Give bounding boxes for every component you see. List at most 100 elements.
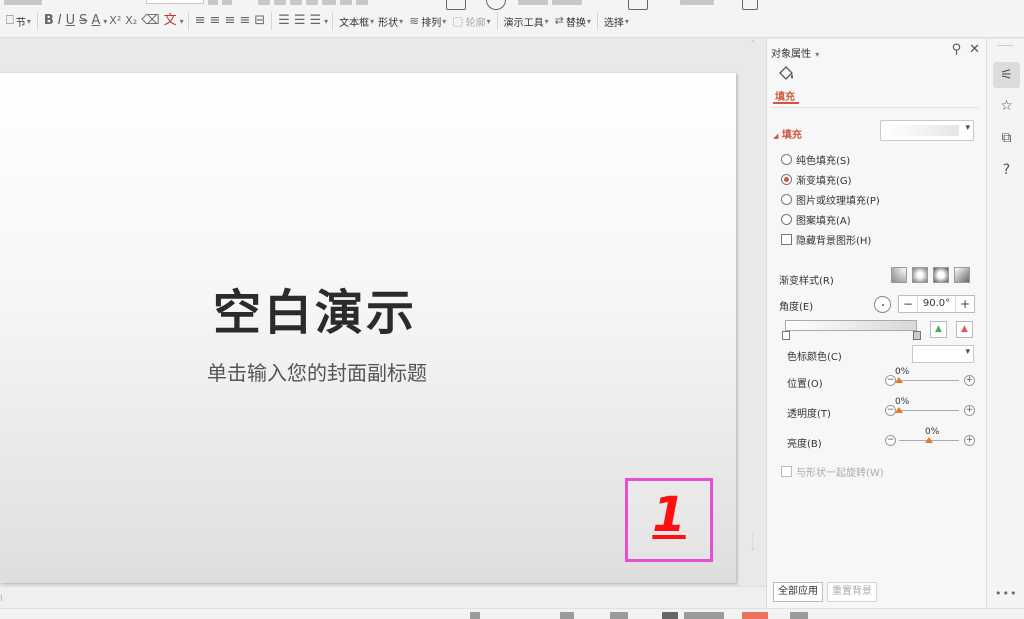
superscript-button[interactable]: X² xyxy=(107,12,123,30)
gradient-bar[interactable] xyxy=(785,320,917,331)
italic-button[interactable]: I xyxy=(56,12,64,30)
gradient-style-linear[interactable] xyxy=(891,267,907,283)
angle-increment[interactable]: + xyxy=(956,296,974,312)
font-color-button[interactable]: A xyxy=(89,12,102,30)
align-center-icon[interactable]: ≡ xyxy=(208,12,223,30)
justify-icon[interactable]: ≡ xyxy=(237,12,252,30)
angle-stepper[interactable]: − 90.0° + xyxy=(898,295,975,313)
canvas-scrollbar[interactable]: ˄ ⋮ ⋮ ˅ xyxy=(748,40,758,586)
delete-stop-button[interactable]: ▲ xyxy=(956,321,973,338)
notes-strip[interactable]: ⁝ xyxy=(0,586,766,608)
shape-icon[interactable] xyxy=(486,0,506,10)
angle-decrement[interactable]: − xyxy=(899,296,917,312)
distribute-icon[interactable]: ⊟ xyxy=(252,12,267,30)
fill-preview-dropdown[interactable]: ▾ xyxy=(880,120,974,141)
select-button[interactable]: 选择 ▾ xyxy=(602,12,631,30)
more-options-icon[interactable]: ••• xyxy=(995,587,1017,600)
align-left-icon[interactable]: ≡ xyxy=(193,12,208,30)
outline-button[interactable]: ▢ 轮廓 ▾ xyxy=(448,12,492,30)
slider-track[interactable] xyxy=(899,380,959,381)
tab-divider xyxy=(771,107,979,108)
slide-canvas[interactable]: 空白演示 单击输入您的封面副标题 1 xyxy=(0,39,757,586)
font-size-input[interactable] xyxy=(146,0,204,4)
panel-title[interactable]: 对象属性 ▾ xyxy=(771,45,819,60)
text-effect-icon[interactable]: 文 xyxy=(162,12,179,30)
help-icon[interactable]: ? xyxy=(993,157,1020,183)
slide-title[interactable]: 空白演示 xyxy=(0,273,630,343)
bold-button[interactable]: B xyxy=(42,12,56,30)
shape-button[interactable]: 形状 ▾ xyxy=(376,12,405,30)
scroll-mark-icon[interactable]: ⋮ xyxy=(748,540,758,548)
position-slider[interactable]: − 0% + xyxy=(885,367,975,389)
fill-swatch xyxy=(885,125,959,136)
reset-background-button[interactable]: 重置背景 xyxy=(827,582,877,602)
slider-thumb[interactable] xyxy=(925,437,933,443)
strikethrough-button[interactable]: S xyxy=(77,12,89,30)
scroll-mark-icon[interactable]: ⋮ xyxy=(748,532,758,540)
subscript-button[interactable]: X₂ xyxy=(123,12,139,30)
ribbon-separator xyxy=(496,12,498,30)
fill-section-header[interactable]: ◢ 填充 xyxy=(773,126,802,141)
paint-bucket-icon[interactable] xyxy=(777,65,795,83)
pin-icon[interactable]: ⚲ xyxy=(952,42,962,57)
numbering-icon[interactable]: ☰ xyxy=(307,12,323,30)
line-spacing-icon[interactable]: ☰ xyxy=(276,12,292,30)
angle-dial[interactable] xyxy=(874,296,891,313)
transparency-increase[interactable]: + xyxy=(964,405,975,416)
hide-background-checkbox[interactable]: 隐藏背景图形(H) xyxy=(781,232,871,247)
gradient-stop-start[interactable] xyxy=(782,331,790,340)
slider-thumb[interactable] xyxy=(895,377,903,383)
gradient-stop-end[interactable] xyxy=(913,331,921,340)
property-settings-icon[interactable]: ⚟ xyxy=(993,62,1020,88)
notes-handle-icon[interactable]: ⁝ xyxy=(0,594,3,604)
textbox-icon[interactable] xyxy=(446,0,466,10)
clear-format-icon[interactable]: ⌫ xyxy=(139,12,161,30)
position-increase[interactable]: + xyxy=(964,375,975,386)
replace-button[interactable]: ⇄ 替换 ▾ xyxy=(551,12,593,30)
slide-layout-icon[interactable]: ⧉ xyxy=(993,125,1020,151)
gradient-style-radial[interactable] xyxy=(912,267,928,283)
position-value: 0% xyxy=(895,367,910,377)
animation-star-icon[interactable]: ☆ xyxy=(993,93,1020,119)
brightness-value: 0% xyxy=(925,427,940,437)
add-stop-button[interactable]: ▲ xyxy=(930,321,947,338)
slider-track[interactable] xyxy=(899,410,959,411)
radio-gradient-fill[interactable]: 渐变填充(G) xyxy=(781,172,852,187)
radio-pattern-fill[interactable]: 图案填充(A) xyxy=(781,212,851,227)
presentation-tools-button[interactable]: 演示工具 ▾ xyxy=(502,12,551,30)
align-right-icon[interactable]: ≡ xyxy=(222,12,237,30)
brightness-increase[interactable]: + xyxy=(964,435,975,446)
radio-picture-fill[interactable]: 图片或纹理填充(P) xyxy=(781,192,880,207)
checkbox-box xyxy=(781,234,792,245)
select-icon[interactable] xyxy=(742,0,758,10)
close-icon[interactable]: ✕ xyxy=(969,42,980,57)
ribbon-separator xyxy=(187,12,189,30)
slide-subtitle[interactable]: 单击输入您的封面副标题 xyxy=(0,357,634,386)
gradient-style-path[interactable] xyxy=(954,267,970,283)
brightness-decrease[interactable]: − xyxy=(885,435,896,446)
bullets-icon[interactable]: ☰ xyxy=(292,12,308,30)
apply-all-button[interactable]: 全部应用 xyxy=(773,582,823,602)
brightness-slider[interactable]: − 0% + xyxy=(885,427,975,449)
status-bar xyxy=(0,608,1024,619)
font-grow-shrink[interactable] xyxy=(208,0,232,7)
angle-value[interactable]: 90.0° xyxy=(917,296,956,312)
gradient-style-rect[interactable] xyxy=(933,267,949,283)
panel-header-controls: ⚲ ✕ xyxy=(952,42,980,57)
radio-solid-fill[interactable]: 纯色填充(S) xyxy=(781,152,850,167)
arrange-button[interactable]: ≋ 排列 ▾ xyxy=(405,12,448,30)
transparency-slider[interactable]: − 0% + xyxy=(885,397,975,419)
textbox-button[interactable]: 文本框 ▾ xyxy=(337,12,376,30)
presentation-tools-icon[interactable] xyxy=(628,0,648,10)
stop-color-dropdown[interactable]: ▾ xyxy=(912,345,974,363)
scroll-up-icon[interactable]: ˄ xyxy=(748,40,758,48)
rotate-with-shape-checkbox[interactable]: 与形状一起旋转(W) xyxy=(781,464,884,479)
tab-fill[interactable]: 填充 xyxy=(775,88,795,103)
underline-button[interactable]: U xyxy=(64,12,78,30)
view-normal-icon[interactable] xyxy=(662,612,678,619)
section-button[interactable]: ⎕ 节 ▾ xyxy=(2,12,33,30)
slider-thumb[interactable] xyxy=(895,407,903,413)
page-number: 1 xyxy=(652,487,686,543)
play-slideshow-icon[interactable] xyxy=(742,612,768,619)
scroll-down-icon[interactable]: ˅ xyxy=(748,548,758,556)
